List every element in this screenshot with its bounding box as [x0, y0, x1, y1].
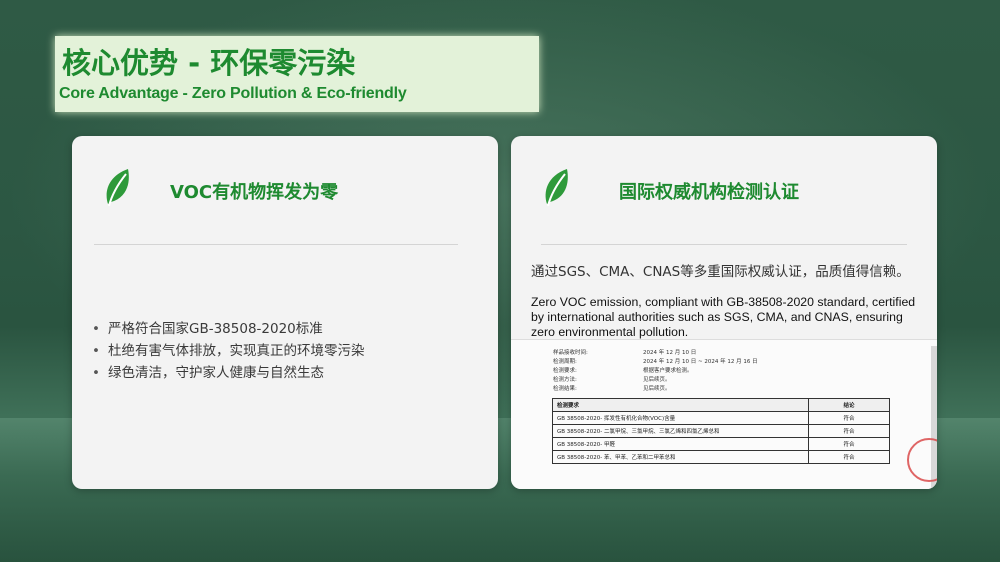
- table-header-row: 检测要求 结论: [552, 398, 890, 412]
- report-info-row: 样品接收时间: 2024 年 12 月 10 日: [553, 350, 697, 356]
- table-row: GB 38508-2020- 甲醛 符合: [552, 437, 890, 451]
- report-info-row: 检测方法: 见后续页。: [553, 377, 671, 383]
- column-header: 检测要求: [552, 398, 809, 412]
- table-cell: 符合: [808, 411, 890, 425]
- table-row: GB 38508-2020- 挥发性有机化合物(VOC)含量 符合: [552, 411, 890, 425]
- report-table: 检测要求 结论 GB 38508-2020- 挥发性有机化合物(VOC)含量 符…: [552, 398, 890, 464]
- table-row: GB 38508-2020- 苯、甲苯、乙苯和二甲苯总和 符合: [552, 450, 890, 464]
- list-item: 严格符合国家GB-38508-2020标准: [92, 318, 365, 340]
- certification-card-title: 国际权威机构检测认证: [619, 182, 799, 203]
- table-cell: GB 38508-2020- 二氯甲烷、三氯甲烷、三氯乙烯和四氯乙烯总和: [552, 424, 809, 438]
- leaf-icon: [545, 169, 568, 207]
- report-info-row: 检测要求: 根据客户要求检测。: [553, 368, 693, 374]
- table-cell: 符合: [808, 437, 890, 451]
- voc-bullet-list: 严格符合国家GB-38508-2020标准 杜绝有害气体排放，实现真正的环境零污…: [92, 318, 365, 384]
- voc-card: VOC有机物挥发为零 严格符合国家GB-38508-2020标准 杜绝有害气体排…: [72, 136, 498, 489]
- table-cell: GB 38508-2020- 甲醛: [552, 437, 809, 451]
- official-stamp: [907, 438, 937, 482]
- page-subtitle: Core Advantage - Zero Pollution & Eco-fr…: [59, 85, 407, 102]
- table-cell: GB 38508-2020- 苯、甲苯、乙苯和二甲苯总和: [552, 450, 809, 464]
- leaf-icon: [106, 169, 129, 207]
- table-cell: 符合: [808, 424, 890, 438]
- list-item: 杜绝有害气体排放，实现真正的环境零污染: [92, 340, 365, 362]
- table-row: GB 38508-2020- 二氯甲烷、三氯甲烷、三氯乙烯和四氯乙烯总和 符合: [552, 424, 890, 438]
- report-info-row: 检测结果: 见后续页。: [553, 386, 671, 392]
- column-header: 结论: [808, 398, 890, 412]
- page-title: 核心优势 - 环保零污染: [62, 46, 356, 80]
- report-info-row: 检测周期: 2024 年 12 月 10 日 ~ 2024 年 12 月 16 日: [553, 359, 758, 365]
- certification-description-en: Zero VOC emission, compliant with GB-385…: [531, 295, 916, 339]
- voc-card-title: VOC有机物挥发为零: [170, 182, 339, 203]
- table-cell: 符合: [808, 450, 890, 464]
- certification-description-cn: 通过SGS、CMA、CNAS等多重国际权威认证，品质值得信赖。: [531, 264, 910, 280]
- table-cell: GB 38508-2020- 挥发性有机化合物(VOC)含量: [552, 411, 809, 425]
- divider: [94, 244, 458, 245]
- list-item: 绿色清洁，守护家人健康与自然生态: [92, 362, 365, 384]
- certification-card: 国际权威机构检测认证 通过SGS、CMA、CNAS等多重国际权威认证，品质值得信…: [511, 136, 937, 489]
- test-report-image: 样品接收时间: 2024 年 12 月 10 日 检测周期: 2024 年 12 月…: [511, 339, 937, 489]
- title-banner: 核心优势 - 环保零污染 Core Advantage - Zero Pollu…: [55, 36, 539, 112]
- divider: [541, 244, 907, 245]
